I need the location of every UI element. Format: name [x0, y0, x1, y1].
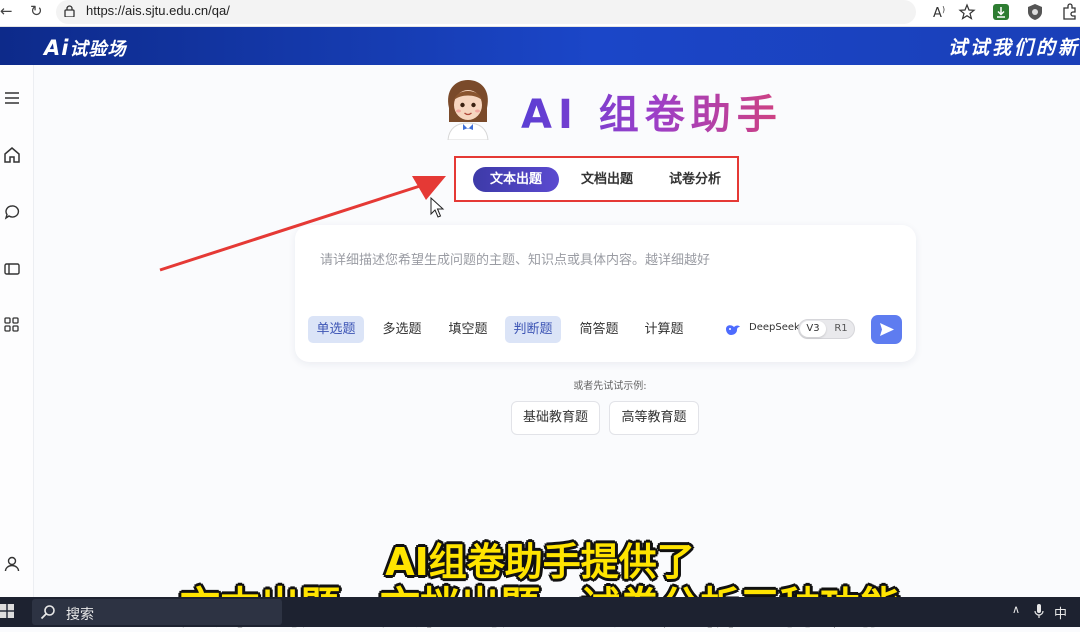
ime-indicator[interactable]: 中	[1054, 603, 1067, 622]
os-taskbar: 搜索 ∧ 中	[0, 597, 1080, 627]
mouse-cursor-icon	[430, 196, 445, 218]
taskbar-search[interactable]: 搜索	[32, 599, 282, 625]
windows-start-icon[interactable]	[0, 604, 14, 618]
search-icon	[40, 605, 55, 620]
annotation-arrow-line	[159, 184, 421, 272]
microphone-icon[interactable]	[1034, 604, 1044, 619]
tray-chevron-icon[interactable]: ∧	[1012, 603, 1020, 616]
